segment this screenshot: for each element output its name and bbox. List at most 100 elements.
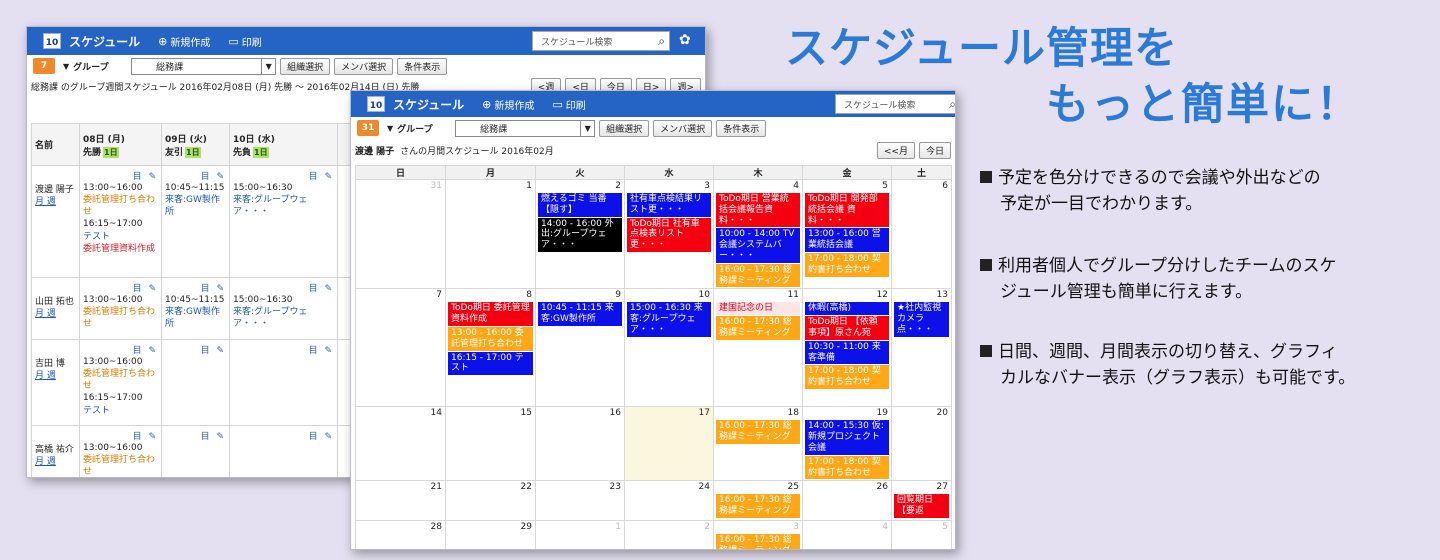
event-banner[interactable]: 17:00 - 18:00 契約書打ち合わせ [805, 252, 889, 277]
event-banner[interactable]: 16:00 - 17:30 総務課ミーティング [716, 420, 800, 444]
day-number[interactable]: 25 [714, 481, 802, 494]
day-view-edit-icons[interactable]: 目 ✎ [83, 429, 158, 442]
day-number[interactable]: 12 [803, 289, 891, 302]
day-cell[interactable]: 31 [355, 178, 446, 290]
schedule-entry[interactable]: 委託管理打ち合わせ [83, 454, 158, 477]
day-number[interactable]: 8 [446, 289, 535, 302]
day-number[interactable]: 17 [625, 407, 713, 420]
day-view-edit-icons[interactable]: 目 ✎ [83, 343, 158, 356]
day-cell[interactable]: 目 ✎ [161, 424, 230, 477]
group-calendar-icon[interactable]: 7 [33, 58, 55, 74]
group-dropdown-arrow-icon[interactable]: ▼ [63, 62, 69, 71]
calendar-icon[interactable]: 10 [43, 33, 61, 49]
person-name[interactable]: 山田 拓也 [35, 297, 76, 309]
event-banner[interactable]: ToDo期日 社有車点検表リスト更・・・ [627, 217, 711, 252]
day-cell[interactable]: 5 ToDo期日 開発部統括会議 資料・・・ 13:00 - 16:00 営業統括会… [802, 178, 892, 290]
day-cell[interactable]: 20 [891, 406, 952, 482]
print-button[interactable]: ▭ 印刷 [552, 97, 585, 112]
day-cell[interactable]: 2 [624, 520, 714, 549]
day-cell[interactable]: 目 ✎ 13:00~16:00 委託管理打ち合わせ 16:15~17:00 テスト [79, 339, 162, 426]
event-banner[interactable]: 16:00 - 17:30 総務課ミーティング [716, 494, 800, 518]
event-banner[interactable]: ToDo期日 開発部統括会議 資料・・・ [805, 193, 889, 228]
day-view-edit-icons[interactable]: 目 ✎ [233, 169, 334, 182]
day-number[interactable]: 1 [536, 521, 624, 534]
day-number[interactable]: 10 [625, 289, 713, 302]
event-banner[interactable]: 17:00 - 18:00 契約書打ち合わせ [805, 455, 889, 480]
day-cell[interactable]: 目 ✎ 10:45~11:15 来客:GW製作所 [161, 277, 230, 340]
event-banner[interactable]: 10:00 - 14:00 TV会議システムバー・・・ [716, 228, 800, 263]
day-number[interactable]: 6 [892, 180, 951, 193]
schedule-entry[interactable]: 来客:GW製作所 [165, 306, 226, 330]
day-cell[interactable]: 21 [355, 480, 446, 522]
event-banner[interactable]: 10:30 - 11:00 来客準備 [805, 340, 889, 365]
event-banner[interactable]: 17:00 - 18:00 契約書打ち合わせ [805, 365, 889, 389]
day-cell[interactable]: 26 [802, 480, 892, 522]
day-cell[interactable]: 10 15:00 - 16:30 来客:グループウェア・・・ [624, 288, 714, 408]
day-cell[interactable]: 22 [445, 480, 536, 522]
app-title[interactable]: スケジュール [393, 96, 464, 113]
day-cell[interactable]: 目 ✎ 15:00~16:30 来客:グループウェア・・・ [229, 165, 338, 278]
day-number[interactable]: 15 [446, 407, 535, 420]
event-banner[interactable]: 燃えるゴミ 当番【隠す】 [538, 193, 622, 217]
event-banner[interactable]: ★社内監視カメラ点・・・ [894, 302, 949, 337]
search-icon[interactable]: ⌕ [949, 97, 955, 112]
day-cell[interactable]: 6 [891, 178, 952, 290]
day-view-edit-icons[interactable]: 目 ✎ [165, 343, 226, 356]
day-cell[interactable]: 7 [355, 288, 446, 408]
day-number[interactable]: 16 [536, 407, 624, 420]
condition-display-button[interactable]: 条件表示 [716, 119, 767, 137]
group-select[interactable]: 総務課 ▼ [455, 119, 596, 137]
day-number[interactable]: 9 [536, 289, 624, 302]
day-cell[interactable]: 目 ✎ 13:00~16:00 委託管理打ち合わせ [79, 424, 162, 477]
day-number[interactable]: 4 [803, 521, 891, 534]
schedule-entry[interactable]: 来客:グループウェア・・・ [233, 194, 334, 218]
member-select-button[interactable]: メンバ選択 [653, 119, 713, 137]
event-banner[interactable]: 16:00 - 17:30 総務課ミーティング [716, 263, 800, 288]
day-view-edit-icons[interactable]: 目 ✎ [165, 281, 226, 294]
day-header[interactable]: 10日 (水) 先負 1日 [229, 123, 338, 166]
day-tag[interactable]: 1日 [103, 146, 119, 158]
event-banner[interactable]: 16:00 - 17:30 総務課ミーティング [716, 534, 800, 549]
event-banner[interactable]: 13:00 - 16:00 営業統括会議 [805, 228, 889, 252]
event-banner[interactable]: 社有車点検結果リスト更・・・ [627, 193, 711, 217]
day-cell[interactable]: 23 [535, 480, 625, 522]
day-number[interactable]: 21 [356, 481, 445, 494]
day-number[interactable]: 19 [803, 407, 891, 420]
day-number[interactable]: 5 [803, 180, 891, 193]
day-number[interactable]: 2 [536, 180, 624, 193]
event-banner[interactable]: 13:00 - 16:00 委託管理打ち合わせ [448, 326, 533, 351]
org-select-button[interactable]: 組織選択 [599, 119, 650, 137]
day-cell[interactable]: 5 [891, 520, 952, 549]
event-banner[interactable]: 16:15 - 17:00 テスト [448, 351, 533, 376]
day-cell[interactable]: 29 [445, 520, 536, 549]
schedule-search-input[interactable]: スケジュール検索 ⌕ [532, 31, 670, 51]
person-view-links[interactable]: 月 週 [35, 371, 76, 383]
day-cell[interactable]: 316:00 - 17:30 総務課ミーティング [713, 520, 803, 549]
event-banner[interactable]: 10:45 - 11:15 来客:GW製作所 [538, 302, 622, 326]
day-view-edit-icons[interactable]: 目 ✎ [165, 169, 226, 182]
day-cell[interactable]: 8 ToDo期日 委託管理資料作成 13:00 - 16:00 委託管理打ち合わせ 1… [445, 288, 536, 408]
day-number[interactable]: 28 [356, 521, 445, 534]
day-number[interactable]: 22 [446, 481, 535, 494]
day-view-edit-icons[interactable]: 目 ✎ [83, 281, 158, 294]
day-number[interactable]: 11 [714, 289, 802, 302]
day-cell[interactable]: 目 ✎ [161, 339, 230, 426]
day-cell[interactable]: 目 ✎ 13:00~16:00 委託管理打ち合わせ [79, 277, 162, 340]
day-cell[interactable]: 24 [624, 480, 714, 522]
day-number[interactable]: 5 [892, 521, 951, 534]
app-title[interactable]: スケジュール [69, 33, 140, 50]
day-number[interactable]: 14 [356, 407, 445, 420]
day-tag[interactable]: 1日 [253, 146, 269, 158]
person-view-links[interactable]: 月 週 [35, 197, 76, 209]
new-schedule-button[interactable]: ⊕ 新規作成 [158, 34, 210, 49]
event-banner[interactable]: ToDo期日 【依頼事項】原さん宛 [805, 316, 889, 340]
day-number[interactable]: 2 [625, 521, 713, 534]
schedule-entry[interactable]: 委託管理資料作成 [83, 243, 158, 255]
calendar-icon[interactable]: 10 [367, 96, 385, 112]
day-cell[interactable]: 17 [624, 406, 714, 482]
today-button[interactable]: 今日 [918, 142, 951, 159]
day-number[interactable]: 7 [356, 289, 445, 302]
day-number[interactable]: 26 [803, 481, 891, 494]
day-cell[interactable]: 3 社有車点検結果リスト更・・・ ToDo期日 社有車点検表リスト更・・・ [624, 178, 714, 290]
day-number[interactable]: 20 [892, 407, 951, 420]
